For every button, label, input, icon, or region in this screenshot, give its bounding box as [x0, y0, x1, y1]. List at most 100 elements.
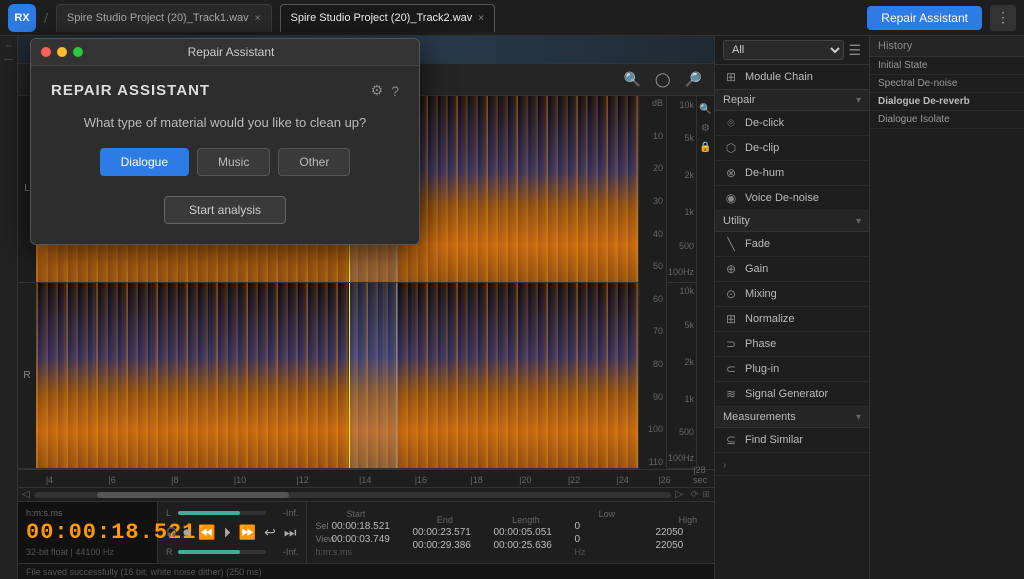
channel-r-label: R [18, 283, 36, 470]
rp-declick[interactable]: ⌾ De-click [715, 111, 869, 136]
lock-strip-icon[interactable]: 🔒 [699, 142, 711, 153]
gain-label: Gain [745, 263, 768, 275]
expand-arrow-btn[interactable]: › [715, 453, 869, 476]
menu-icon-button[interactable]: ⋮ [990, 5, 1016, 31]
tick-16: |16 [415, 475, 427, 485]
normalize-label: Normalize [745, 313, 795, 325]
zoom-strip-icon[interactable]: 🔍 [699, 104, 711, 115]
left-tool2-icon[interactable]: — [4, 54, 13, 64]
rp-gain[interactable]: ⊕ Gain [715, 257, 869, 282]
rp-phase[interactable]: ⊃ Phase [715, 332, 869, 357]
rp-plugin[interactable]: ⊂ Plug-in [715, 357, 869, 382]
vol-l-fill [178, 511, 240, 515]
rp-declip[interactable]: ⬡ De-clip [715, 136, 869, 161]
vol-r-val: -Inf. [270, 547, 298, 557]
hist-dialogue-isolate[interactable]: Dialogue Isolate [870, 111, 1024, 129]
play-btn[interactable]: ⏪ [196, 522, 217, 543]
db-70: 70 [639, 326, 663, 336]
rp-dehum[interactable]: ⊗ De-hum [715, 161, 869, 186]
dialog-help-btn[interactable]: ? [391, 82, 399, 99]
low-header: Low [574, 509, 639, 519]
loop-btn[interactable]: ↩ [262, 522, 278, 543]
hist-initial-state[interactable]: Initial State [870, 57, 1024, 75]
timecode-display: h:m:s.ms 00:00:18.521 32-bit float | 441… [18, 502, 158, 563]
spec-channel-r[interactable] [36, 283, 638, 470]
tab-track2-close[interactable]: × [478, 13, 484, 24]
tab-track2[interactable]: Spire Studio Project (20)_Track2.wav × [280, 4, 496, 32]
dehum-label: De-hum [745, 167, 784, 179]
stat-group-low: Low 0 0 Hz [574, 509, 639, 557]
low-unit: Hz [574, 547, 639, 557]
rp-filter-select[interactable]: All [723, 40, 844, 60]
db-10: 10 [639, 131, 663, 141]
end-view-row: 00:00:29.386 [412, 540, 477, 551]
playhead-r [349, 283, 350, 469]
right-icons-strip: 🔍 ⚙ 🔒 [696, 96, 714, 469]
rp-normalize[interactable]: ⊞ Normalize [715, 307, 869, 332]
dialog-settings-btn[interactable]: ⚙ [371, 82, 384, 99]
fade-icon: ╲ [723, 236, 739, 252]
zoom-in[interactable]: 🔎 [681, 69, 706, 90]
record-btn[interactable]: ⏺ [181, 522, 192, 543]
tc-unit-row: h:m:s.ms [315, 547, 396, 557]
vol-r-track[interactable] [178, 550, 266, 554]
repair-assistant-button[interactable]: Repair Assistant [867, 6, 982, 30]
music-btn[interactable]: Music [197, 148, 270, 176]
rp-signal-gen[interactable]: ≋ Signal Generator [715, 382, 869, 407]
stat-group-length: Length 00:00:05.051 00:00:25.636 [493, 515, 558, 551]
stat-group-high: High 22050 22050 [655, 515, 714, 551]
db-scale: dB 10 20 30 40 50 60 70 80 90 100 110 [638, 96, 666, 469]
tick-14: |14 [359, 475, 371, 485]
tick-10: |10 [234, 475, 246, 485]
rp-voice-denoise[interactable]: ◉ Voice De-noise [715, 186, 869, 211]
utility-section-header[interactable]: Utility ▾ [715, 211, 869, 232]
tc-label: h:m:s.ms [26, 508, 149, 518]
dialogue-btn[interactable]: Dialogue [100, 148, 189, 176]
tab-track1-close[interactable]: × [255, 13, 261, 24]
start-header: Start [315, 509, 396, 519]
vol-l-track[interactable] [178, 511, 266, 515]
headphones-icon[interactable]: 🎧 [166, 527, 177, 538]
declip-label: De-clip [745, 142, 779, 154]
end-view-val: 00:00:29.386 [412, 540, 477, 551]
hist-spectral-denoise[interactable]: Spectral De-noise [870, 75, 1024, 93]
settings-strip-icon[interactable]: ⚙ [701, 123, 710, 134]
hist-dialogue-dereverb[interactable]: Dialogue De-reverb [870, 93, 1024, 111]
hscroll[interactable]: ◁ ▷ ⟳ ⊞ [18, 487, 714, 501]
measurements-section-header[interactable]: Measurements ▾ [715, 407, 869, 428]
start-view-row: View 00:00:03.749 [315, 534, 396, 545]
rp-mixing[interactable]: ⊙ Mixing [715, 282, 869, 307]
length-header: Length [493, 515, 558, 525]
rp-menu-button[interactable]: ☰ [848, 42, 861, 59]
repair-section-header[interactable]: Repair ▾ [715, 90, 869, 111]
hscroll-thumb[interactable] [97, 492, 288, 498]
history-header: History [870, 36, 1024, 57]
dialog-question: What type of material would you like to … [51, 115, 399, 130]
zoom-out[interactable]: 🔍 [619, 69, 644, 90]
module-chain-item[interactable]: ⊞ Module Chain [715, 65, 869, 90]
left-tool-icon[interactable]: ⇔ [4, 40, 13, 50]
other-btn[interactable]: Other [278, 148, 350, 176]
rp-find-similar[interactable]: ⊆ Find Similar [715, 428, 869, 453]
tick-12: |12 [296, 475, 308, 485]
utility-section-arrow: ▾ [856, 216, 861, 227]
loop-icon[interactable]: ⟳ [691, 489, 699, 500]
start-view-val: 00:00:03.749 [331, 534, 396, 545]
dialog-dot-red[interactable] [41, 47, 51, 57]
zoom-slider[interactable]: ◯ [651, 69, 675, 90]
stop-btn[interactable]: ⏵ [222, 522, 233, 543]
declick-label: De-click [745, 117, 784, 129]
freq-scale: 10k 5k 2k 1k 500 100Hz 10k 5k 2k 1k 500 … [666, 96, 696, 469]
snap-icon[interactable]: ⊞ [702, 489, 710, 500]
tab-track1[interactable]: Spire Studio Project (20)_Track1.wav × [56, 4, 272, 32]
end-sel-row: 00:00:23.571 [412, 527, 477, 538]
db-50: 50 [639, 261, 663, 271]
freq-1k: 1k [684, 207, 694, 217]
rp-fade[interactable]: ╲ Fade [715, 232, 869, 257]
start-analysis-btn[interactable]: Start analysis [164, 196, 286, 224]
fwd-btn[interactable]: ⏩ [237, 522, 258, 543]
repair-section-title: Repair [723, 94, 755, 106]
hscroll-track[interactable] [34, 492, 672, 498]
freq-r-500: 500 [679, 427, 694, 437]
skip-end-btn[interactable]: ⏭ [282, 522, 299, 543]
